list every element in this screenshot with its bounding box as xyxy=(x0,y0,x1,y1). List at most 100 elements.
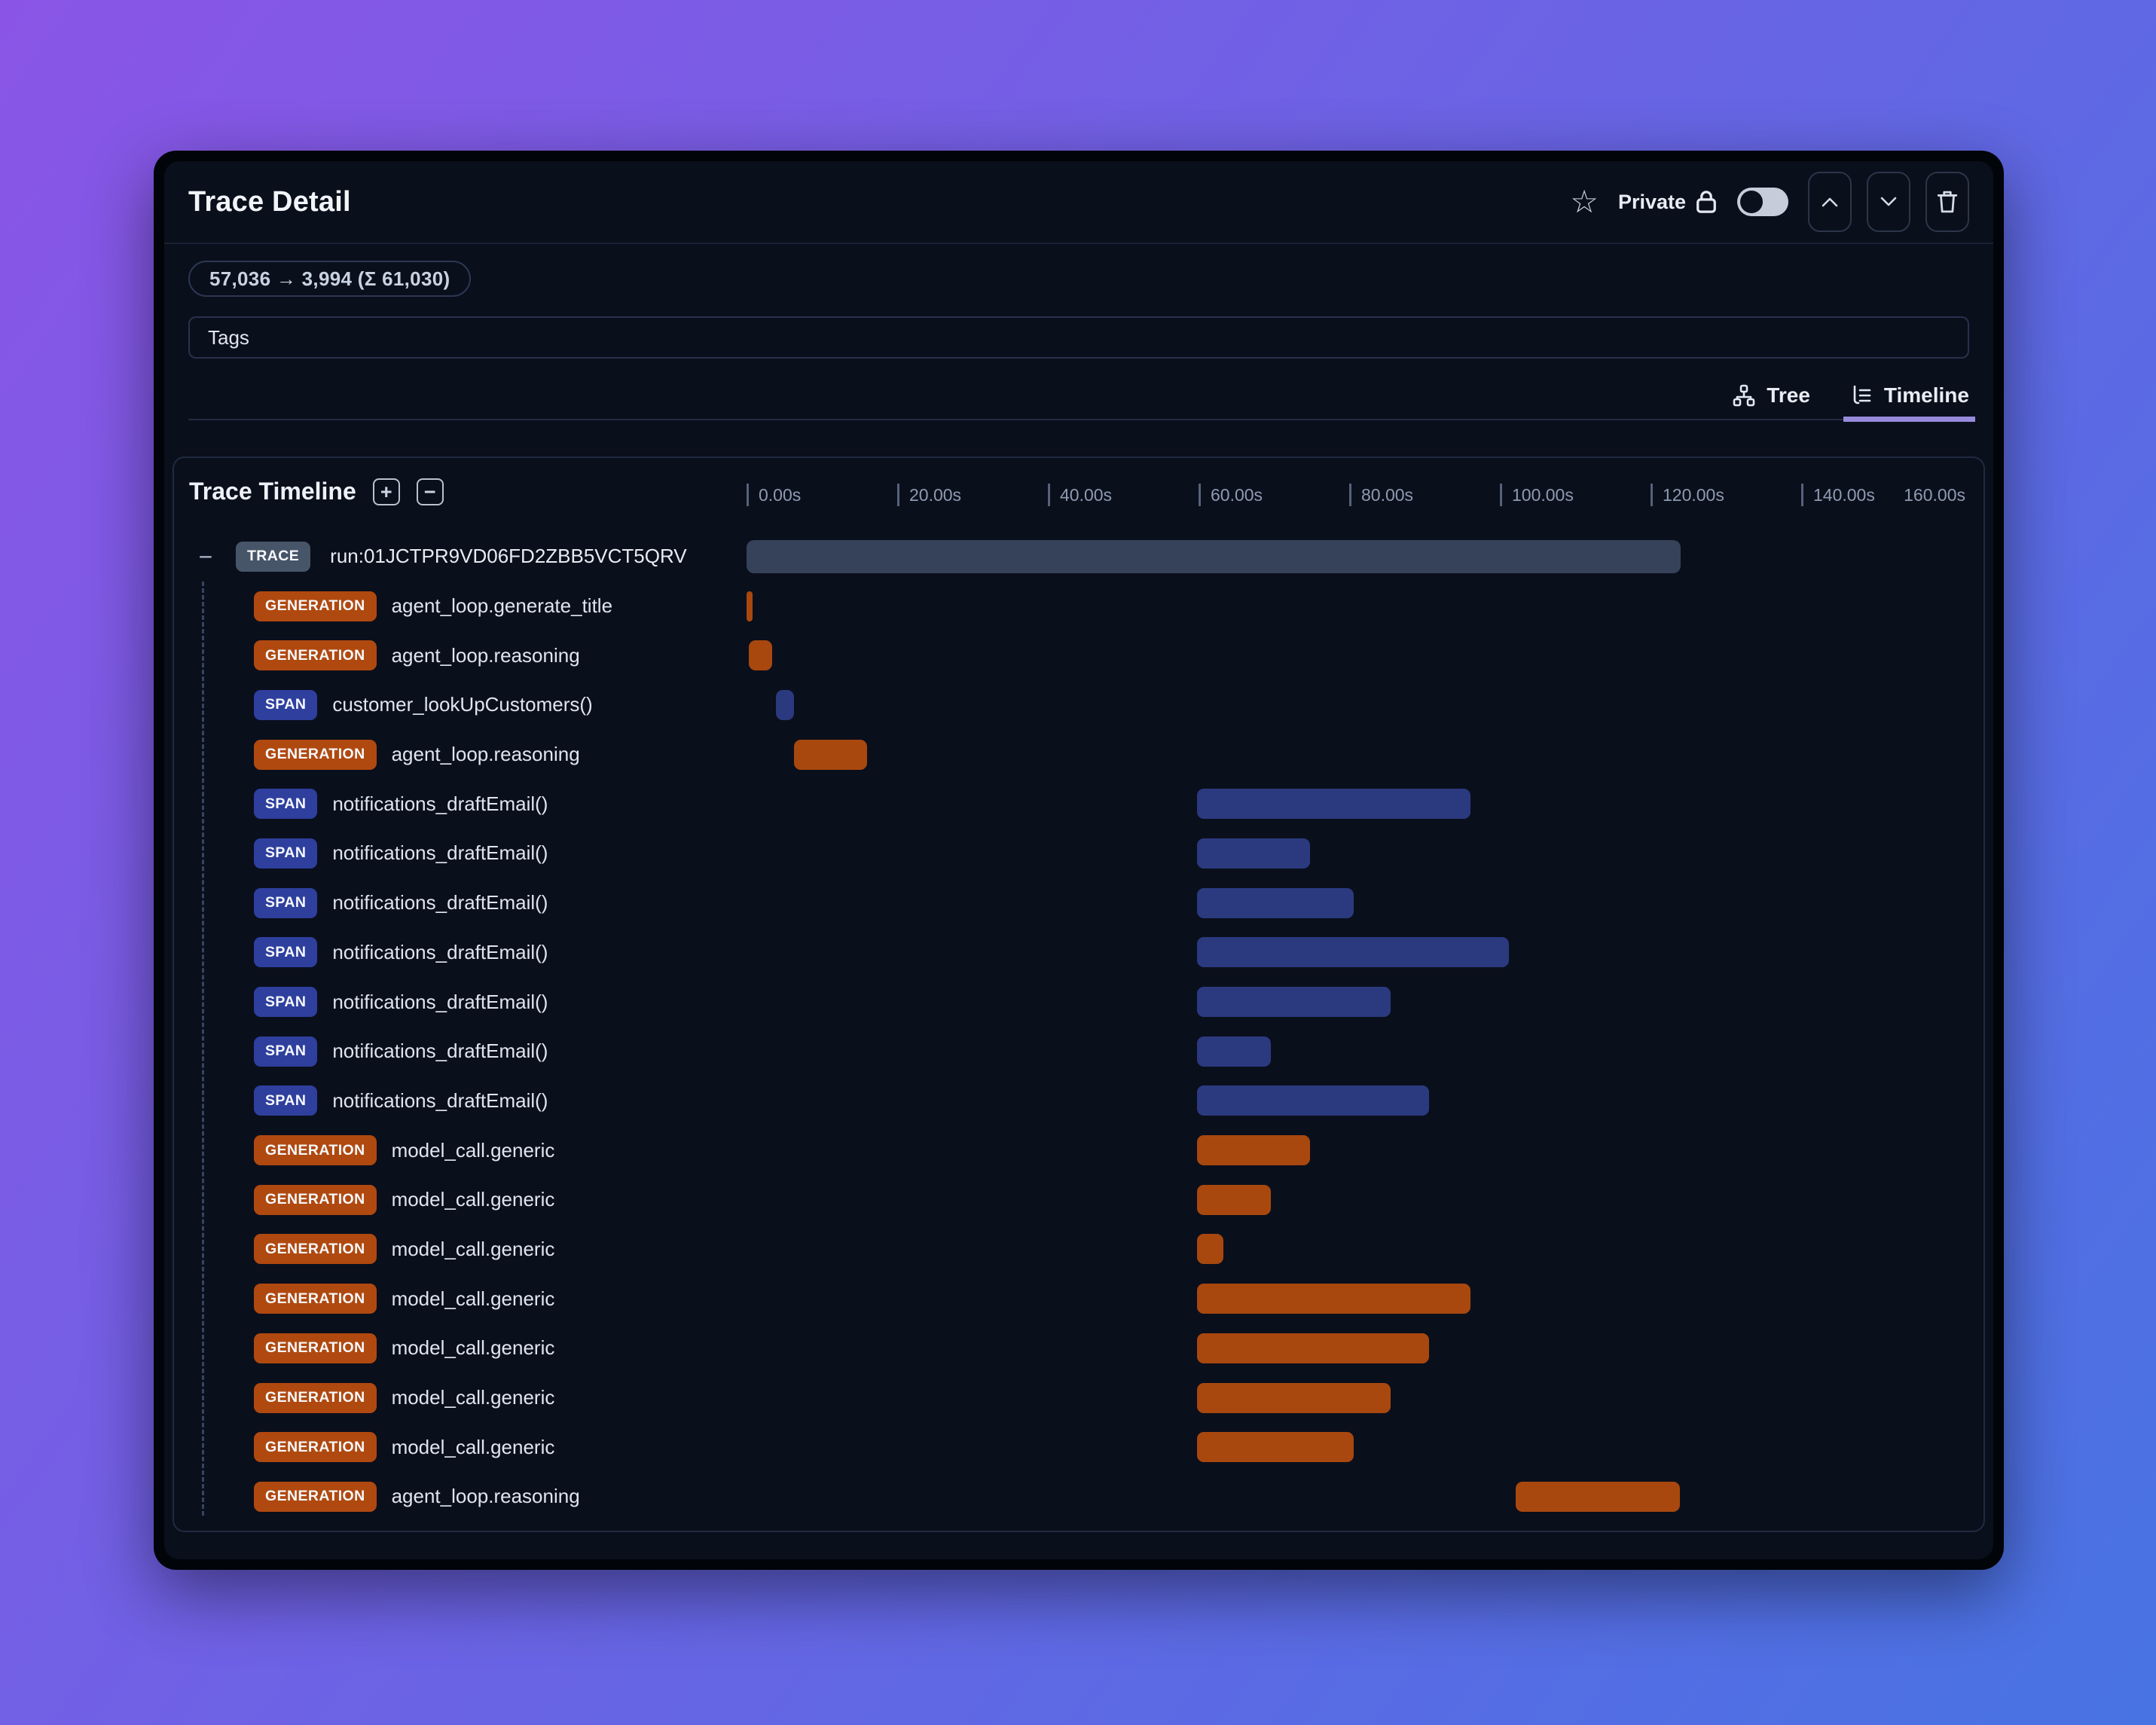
row-header[interactable]: SPAN notifications_draftEmail() xyxy=(254,838,548,869)
row-label: agent_loop.reasoning xyxy=(391,643,580,667)
privacy-toggle[interactable] xyxy=(1737,188,1788,216)
tags-row: Tags xyxy=(188,316,1969,359)
row-header[interactable]: SPAN notifications_draftEmail() xyxy=(254,937,548,968)
row-type-badge: GENERATION xyxy=(254,640,377,671)
timeline-row[interactable]: SPAN notifications_draftEmail() xyxy=(174,1076,1983,1126)
tab-tree[interactable]: Tree xyxy=(1732,372,1810,419)
timeline-row[interactable]: GENERATION model_call.generic xyxy=(174,1225,1983,1275)
tab-timeline-label: Timeline xyxy=(1883,383,1969,407)
previous-trace-button[interactable] xyxy=(1808,172,1852,232)
axis-tick-label: 40.00s xyxy=(1048,484,1112,506)
timeline-row[interactable]: − TRACE run:01JCTPR9VD06FD2ZBB5VCT5QRV xyxy=(174,532,1983,582)
row-header[interactable]: GENERATION model_call.generic xyxy=(254,1184,554,1215)
axis-tick-label: 160.00s xyxy=(1904,485,1965,505)
timeline-bar[interactable] xyxy=(1197,1382,1391,1413)
timeline-bar[interactable] xyxy=(1197,887,1354,918)
row-header[interactable]: GENERATION agent_loop.reasoning xyxy=(254,739,580,770)
timeline-bar[interactable] xyxy=(1197,987,1391,1018)
row-type-badge: GENERATION xyxy=(254,1333,377,1363)
delete-trace-button[interactable] xyxy=(1925,172,1969,232)
timeline-row[interactable]: GENERATION model_call.generic xyxy=(174,1175,1983,1225)
row-header[interactable]: GENERATION agent_loop.reasoning xyxy=(254,640,580,671)
row-label: notifications_draftEmail() xyxy=(332,940,548,963)
token-usage-row: 57,036 → 3,994 (Σ 61,030) xyxy=(188,261,1969,297)
row-label: notifications_draftEmail() xyxy=(332,1040,548,1063)
row-type-badge: SPAN xyxy=(254,789,318,820)
row-header[interactable]: GENERATION model_call.generic xyxy=(254,1382,555,1413)
timeline-row[interactable]: GENERATION model_call.generic xyxy=(174,1125,1983,1175)
timeline-row[interactable]: SPAN notifications_draftEmail() xyxy=(174,1027,1983,1076)
timeline-bar[interactable] xyxy=(1197,1135,1310,1166)
window-header: Trace Detail ☆ Private xyxy=(164,161,1993,244)
row-header[interactable]: SPAN notifications_draftEmail() xyxy=(254,987,548,1018)
timeline-bar[interactable] xyxy=(1197,1432,1354,1463)
collapse-row-icon[interactable]: − xyxy=(195,545,216,569)
timeline-row[interactable]: GENERATION model_call.generic xyxy=(174,1373,1983,1423)
timeline-bar[interactable] xyxy=(1197,937,1509,968)
timeline-bar[interactable] xyxy=(776,689,794,720)
timeline-bar[interactable] xyxy=(1197,1333,1429,1363)
timeline-bar[interactable] xyxy=(747,591,753,621)
timeline-bar[interactable] xyxy=(1197,1036,1271,1067)
timeline-bar[interactable] xyxy=(1197,789,1470,820)
row-header[interactable]: GENERATION model_call.generic xyxy=(254,1234,555,1265)
timeline-row[interactable]: SPAN notifications_draftEmail() xyxy=(174,829,1983,878)
expand-all-button[interactable]: + xyxy=(372,478,400,505)
timeline-bar[interactable] xyxy=(794,739,867,770)
tab-timeline[interactable]: Timeline xyxy=(1843,372,1975,422)
trace-timeline-panel: Trace Timeline + − 0.00s 20.00s 40.00s 60.0… xyxy=(173,456,1985,1532)
timeline-bar[interactable] xyxy=(1197,1234,1223,1265)
timeline-row[interactable]: SPAN notifications_draftEmail() xyxy=(174,977,1983,1027)
timeline-bar[interactable] xyxy=(749,640,772,671)
timeline-row[interactable]: SPAN notifications_draftEmail() xyxy=(174,928,1983,978)
row-type-badge: GENERATION xyxy=(254,1284,377,1314)
view-tabs: Tree Timeline xyxy=(188,372,1975,422)
row-type-badge: SPAN xyxy=(254,689,318,720)
timeline-bar[interactable] xyxy=(1516,1481,1680,1512)
row-header[interactable]: GENERATION model_call.generic xyxy=(254,1284,554,1314)
timeline-panel-header: Trace Timeline + − 0.00s 20.00s 40.00s 60.0… xyxy=(174,458,1983,532)
header-button-group xyxy=(1808,172,1969,232)
timeline-bar[interactable] xyxy=(1197,1184,1271,1215)
chevron-down-icon xyxy=(1880,197,1897,206)
row-label: model_call.generic xyxy=(391,1237,555,1260)
timeline-row[interactable]: GENERATION model_call.generic xyxy=(174,1422,1983,1472)
timeline-row[interactable]: SPAN notifications_draftEmail() xyxy=(174,779,1983,829)
collapse-all-button[interactable]: − xyxy=(416,478,444,505)
row-header[interactable]: GENERATION model_call.generic xyxy=(254,1333,554,1363)
timeline-bar[interactable] xyxy=(1197,838,1310,869)
row-header[interactable]: GENERATION agent_loop.generate_title xyxy=(254,591,612,621)
bookmark-star-icon[interactable]: ☆ xyxy=(1570,186,1599,218)
row-header[interactable]: − TRACE run:01JCTPR9VD06FD2ZBB5VCT5QRV xyxy=(195,541,687,572)
next-trace-button[interactable] xyxy=(1867,172,1910,232)
row-type-badge: SPAN xyxy=(254,887,318,918)
org-tree-icon xyxy=(1733,384,1755,407)
row-label: agent_loop.reasoning xyxy=(391,1485,580,1508)
row-label: notifications_draftEmail() xyxy=(332,891,548,914)
row-header[interactable]: SPAN customer_lookUpCustomers() xyxy=(254,689,593,720)
row-header[interactable]: SPAN notifications_draftEmail() xyxy=(254,1036,548,1067)
timeline-bar[interactable] xyxy=(1197,1085,1429,1116)
timeline-bar[interactable] xyxy=(747,539,1681,573)
timeline-row[interactable]: SPAN customer_lookUpCustomers() xyxy=(174,680,1983,730)
row-label: model_call.generic xyxy=(391,1386,555,1409)
row-header[interactable]: GENERATION model_call.generic xyxy=(254,1135,554,1166)
timeline-row[interactable]: GENERATION model_call.generic xyxy=(174,1274,1983,1324)
row-type-badge: GENERATION xyxy=(254,591,377,621)
row-type-badge: TRACE xyxy=(236,541,311,572)
axis-tick-label: 120.00s xyxy=(1651,484,1724,506)
row-header[interactable]: GENERATION agent_loop.reasoning xyxy=(254,1481,580,1512)
timeline-row[interactable]: SPAN notifications_draftEmail() xyxy=(174,878,1983,928)
timeline-row[interactable]: GENERATION agent_loop.reasoning xyxy=(174,630,1983,680)
timeline-bar[interactable] xyxy=(1197,1284,1470,1314)
tags-input[interactable]: Tags xyxy=(188,316,1969,359)
row-header[interactable]: SPAN notifications_draftEmail() xyxy=(254,789,548,820)
timeline-row[interactable]: GENERATION agent_loop.generate_title xyxy=(174,582,1983,631)
row-header[interactable]: SPAN notifications_draftEmail() xyxy=(254,1085,548,1116)
row-label: run:01JCTPR9VD06FD2ZBB5VCT5QRV xyxy=(330,545,687,568)
timeline-row[interactable]: GENERATION agent_loop.reasoning xyxy=(174,730,1983,780)
timeline-row[interactable]: GENERATION model_call.generic xyxy=(174,1324,1983,1373)
timeline-row[interactable]: GENERATION agent_loop.reasoning xyxy=(174,1472,1983,1522)
row-header[interactable]: GENERATION model_call.generic xyxy=(254,1432,554,1463)
row-header[interactable]: SPAN notifications_draftEmail() xyxy=(254,887,548,918)
